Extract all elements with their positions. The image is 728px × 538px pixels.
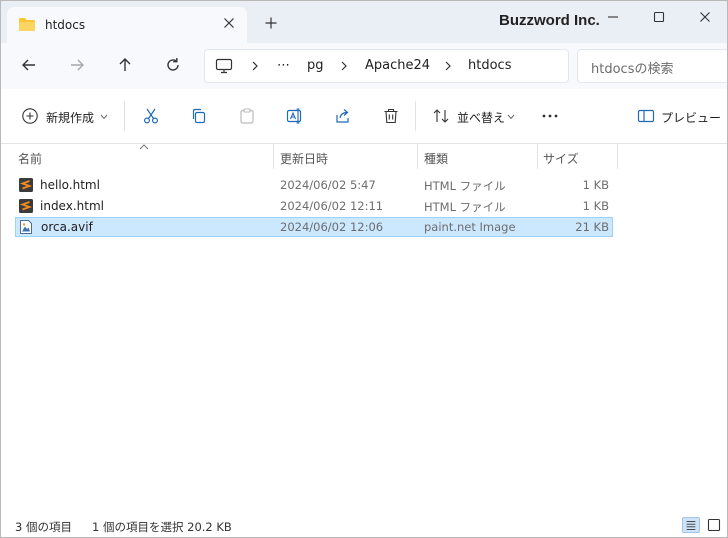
back-icon[interactable] bbox=[19, 55, 39, 75]
toolbar-divider bbox=[124, 101, 125, 131]
file-row-selected[interactable]: orca.avif 2024/06/02 12:06 paint.net Ima… bbox=[15, 217, 613, 237]
file-size: 1 KB bbox=[582, 199, 609, 213]
up-icon[interactable] bbox=[115, 55, 135, 75]
copy-icon[interactable] bbox=[190, 107, 208, 125]
navigation-bar: ⋯ pg Apache24 htdocs htdocsの検索 bbox=[1, 43, 727, 89]
column-divider[interactable] bbox=[417, 144, 418, 169]
share-icon[interactable] bbox=[334, 107, 352, 125]
forward-icon[interactable] bbox=[67, 55, 87, 75]
sublime-file-icon bbox=[19, 199, 33, 213]
toolbar-divider bbox=[415, 101, 416, 131]
sort-ascending-icon bbox=[139, 144, 149, 150]
new-plus-icon[interactable] bbox=[21, 107, 39, 125]
maximize-icon[interactable] bbox=[651, 9, 667, 25]
column-header-size[interactable]: サイズ bbox=[543, 150, 579, 167]
file-type: HTML ファイル bbox=[424, 179, 506, 193]
breadcrumb-item-htdocs[interactable]: htdocs bbox=[468, 58, 511, 73]
tiles-view-icon[interactable] bbox=[705, 517, 723, 533]
brand-label: Buzzword Inc. bbox=[499, 12, 600, 29]
column-divider[interactable] bbox=[273, 144, 274, 169]
tab-htdocs[interactable]: htdocs bbox=[7, 7, 247, 43]
sort-icon[interactable] bbox=[432, 107, 450, 125]
search-input[interactable]: htdocsの検索 bbox=[577, 49, 727, 83]
preview-button-label[interactable]: プレビュー bbox=[661, 109, 721, 126]
breadcrumb-overflow[interactable]: ⋯ bbox=[277, 58, 290, 73]
computer-icon bbox=[215, 58, 233, 74]
rename-icon[interactable] bbox=[286, 107, 304, 125]
search-placeholder: htdocsの検索 bbox=[591, 62, 674, 77]
file-type: paint.net Image bbox=[424, 220, 516, 234]
new-tab-icon[interactable] bbox=[263, 15, 279, 31]
file-name: hello.html bbox=[40, 178, 100, 192]
chevron-right-icon[interactable] bbox=[339, 60, 349, 72]
file-size: 1 KB bbox=[582, 178, 609, 192]
file-date: 2024/06/02 12:11 bbox=[280, 199, 384, 213]
status-bar: 3 個の項目 1 個の項目を選択 20.2 KB bbox=[1, 513, 727, 537]
breadcrumb-item-pg[interactable]: pg bbox=[307, 58, 324, 73]
chevron-right-icon[interactable] bbox=[443, 60, 453, 72]
chevron-down-icon[interactable] bbox=[100, 114, 108, 120]
cut-icon[interactable] bbox=[142, 107, 160, 125]
column-header-type[interactable]: 種類 bbox=[424, 150, 448, 167]
column-header-date[interactable]: 更新日時 bbox=[280, 150, 328, 167]
file-date: 2024/06/02 5:47 bbox=[280, 178, 376, 192]
new-button-label[interactable]: 新規作成 bbox=[46, 109, 94, 126]
sort-button-label[interactable]: 並べ替え bbox=[457, 109, 505, 126]
close-tab-icon[interactable] bbox=[221, 15, 237, 31]
file-name: index.html bbox=[40, 199, 104, 213]
item-count: 3 個の項目 bbox=[15, 520, 72, 534]
tab-title: htdocs bbox=[45, 18, 86, 32]
file-name: orca.avif bbox=[41, 220, 93, 234]
refresh-icon[interactable] bbox=[163, 55, 183, 75]
chevron-right-icon[interactable] bbox=[250, 60, 260, 72]
paste-icon[interactable] bbox=[238, 107, 256, 125]
file-date: 2024/06/02 12:06 bbox=[280, 220, 384, 234]
file-size: 21 KB bbox=[575, 220, 609, 234]
close-window-icon[interactable] bbox=[697, 9, 713, 25]
address-bar[interactable]: ⋯ pg Apache24 htdocs bbox=[204, 49, 569, 83]
trash-icon[interactable] bbox=[382, 107, 400, 125]
chevron-down-icon[interactable] bbox=[507, 114, 515, 120]
more-options-icon[interactable] bbox=[541, 107, 559, 125]
title-bar: htdocs Buzzword Inc. bbox=[1, 1, 727, 43]
selection-info: 1 個の項目を選択 20.2 KB bbox=[92, 520, 232, 534]
sublime-file-icon bbox=[19, 178, 33, 192]
file-type: HTML ファイル bbox=[424, 200, 506, 214]
image-file-icon bbox=[20, 220, 32, 234]
column-header-name[interactable]: 名前 bbox=[18, 150, 42, 167]
preview-pane-icon[interactable] bbox=[637, 107, 655, 125]
column-divider[interactable] bbox=[537, 144, 538, 169]
minimize-icon[interactable] bbox=[605, 9, 621, 25]
command-toolbar: 新規作成 並べ替え プレビュー bbox=[1, 89, 727, 144]
file-row[interactable]: hello.html 2024/06/02 5:47 HTML ファイル 1 K… bbox=[15, 175, 613, 195]
folder-icon bbox=[19, 18, 35, 31]
breadcrumb-item-apache24[interactable]: Apache24 bbox=[365, 58, 430, 73]
details-view-icon[interactable] bbox=[682, 517, 700, 533]
explorer-window: htdocs Buzzword Inc. ⋯ pg Apache24 htdoc… bbox=[0, 0, 728, 538]
column-divider[interactable] bbox=[617, 144, 618, 169]
file-list-header: 名前 更新日時 種類 サイズ bbox=[1, 144, 727, 169]
file-row[interactable]: index.html 2024/06/02 12:11 HTML ファイル 1 … bbox=[15, 196, 613, 216]
